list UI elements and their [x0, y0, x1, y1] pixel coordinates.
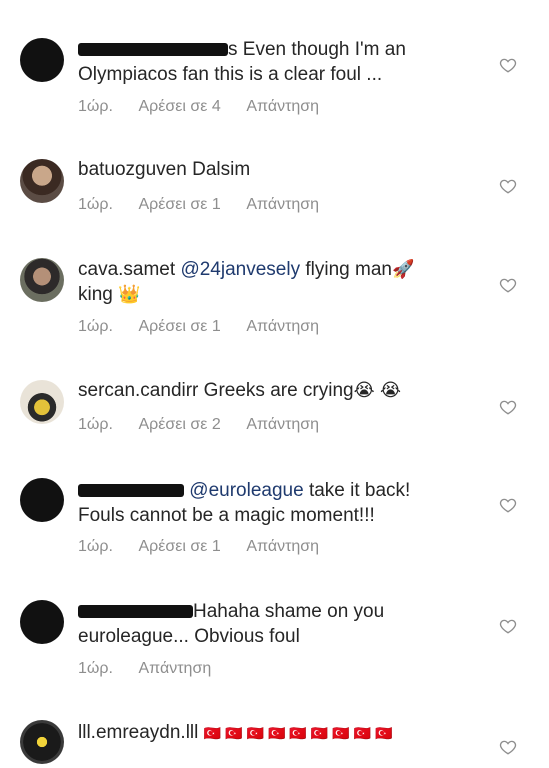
heart-icon[interactable] [499, 276, 517, 294]
heart-icon[interactable] [499, 177, 517, 195]
comment-text: lll.emreaydn.lll 🇹🇷🇹🇷🇹🇷🇹🇷🇹🇷🇹🇷🇹🇷🇹🇷🇹🇷 [78, 720, 458, 746]
likes-count[interactable]: Αρέσει σε 1 [139, 538, 221, 555]
redacted-username [78, 605, 193, 619]
comment-text: Hahaha shame on you euroleague... Obviou… [78, 601, 385, 647]
comment-text: cava.samet @24janvesely flying man🚀 king… [78, 259, 415, 305]
comment-meta: 1ώρ. Αρέσει σε 4 Απάντηση [78, 98, 341, 116]
comment-text: @euroleague take it back! Fouls cannot b… [78, 480, 411, 526]
comment-text: sercan.candirr Greeks are crying😭 😭 [78, 380, 401, 401]
redacted-username [78, 484, 184, 498]
rocket-icon: 🚀 [391, 259, 415, 279]
reply-button[interactable]: Απάντηση [246, 196, 319, 213]
likes-count[interactable]: Αρέσει σε 2 [139, 416, 221, 433]
likes-count[interactable]: Αρέσει σε 1 [139, 318, 221, 335]
comment-text: batuozguven Dalsim [78, 159, 251, 180]
turkey-flag-icon: 🇹🇷🇹🇷🇹🇷🇹🇷🇹🇷🇹🇷🇹🇷🇹🇷🇹🇷 [203, 725, 397, 741]
reply-button[interactable]: Απάντηση [246, 98, 319, 115]
comment-time: 1ώρ. [78, 98, 113, 115]
comment-username[interactable]: batuozguven [78, 159, 187, 180]
heart-icon[interactable] [499, 398, 517, 416]
avatar[interactable] [20, 600, 64, 644]
heart-icon[interactable] [499, 56, 517, 74]
comment-time: 1ώρ. [78, 538, 113, 555]
crying-face-icon: 😭 [379, 380, 401, 400]
crying-face-icon: 😭 [353, 380, 375, 400]
comment-time: 1ώρ. [78, 196, 113, 213]
comment-time: 1ώρ. [78, 318, 113, 335]
reply-button[interactable]: Απάντηση [246, 538, 319, 555]
redacted-username [78, 43, 228, 57]
avatar[interactable] [20, 478, 64, 522]
comment-username[interactable]: cava.samet [78, 259, 175, 280]
mention-link[interactable]: @24janvesely [180, 259, 300, 280]
comment-username[interactable]: sercan.candirr [78, 380, 198, 401]
comment-meta: 1ώρ. Αρέσει σε 2 Απάντηση [78, 416, 341, 434]
crown-icon: 👑 [118, 284, 141, 304]
avatar[interactable] [20, 380, 64, 424]
avatar[interactable] [20, 720, 64, 764]
comment-username[interactable]: lll.emreaydn.lll [78, 722, 198, 743]
likes-count[interactable]: Αρέσει σε 4 [139, 98, 221, 115]
avatar[interactable] [20, 38, 64, 82]
likes-count[interactable]: Αρέσει σε 1 [139, 196, 221, 213]
reply-button[interactable]: Απάντηση [246, 416, 319, 433]
mention-link[interactable]: @euroleague [189, 480, 303, 501]
comment-time: 1ώρ. [78, 660, 113, 677]
comment-meta: 1ώρ. Αρέσει σε 1 Απάντηση [78, 196, 341, 214]
reply-button[interactable]: Απάντηση [246, 318, 319, 335]
heart-icon[interactable] [499, 738, 517, 756]
comment-meta: 1ώρ. Αρέσει σε 1 Απάντηση [78, 538, 341, 556]
reply-button[interactable]: Απάντηση [139, 660, 212, 677]
avatar[interactable] [20, 258, 64, 302]
comment-text: s Even though I'm an Olympiacos fan this… [78, 39, 406, 85]
comment-meta: 1ώρ. Αρέσει σε 1 Απάντηση [78, 318, 341, 336]
comment-time: 1ώρ. [78, 416, 113, 433]
heart-icon[interactable] [499, 617, 517, 635]
heart-icon[interactable] [499, 496, 517, 514]
comment-meta: 1ώρ. Απάντηση [78, 660, 233, 678]
avatar[interactable] [20, 159, 64, 203]
